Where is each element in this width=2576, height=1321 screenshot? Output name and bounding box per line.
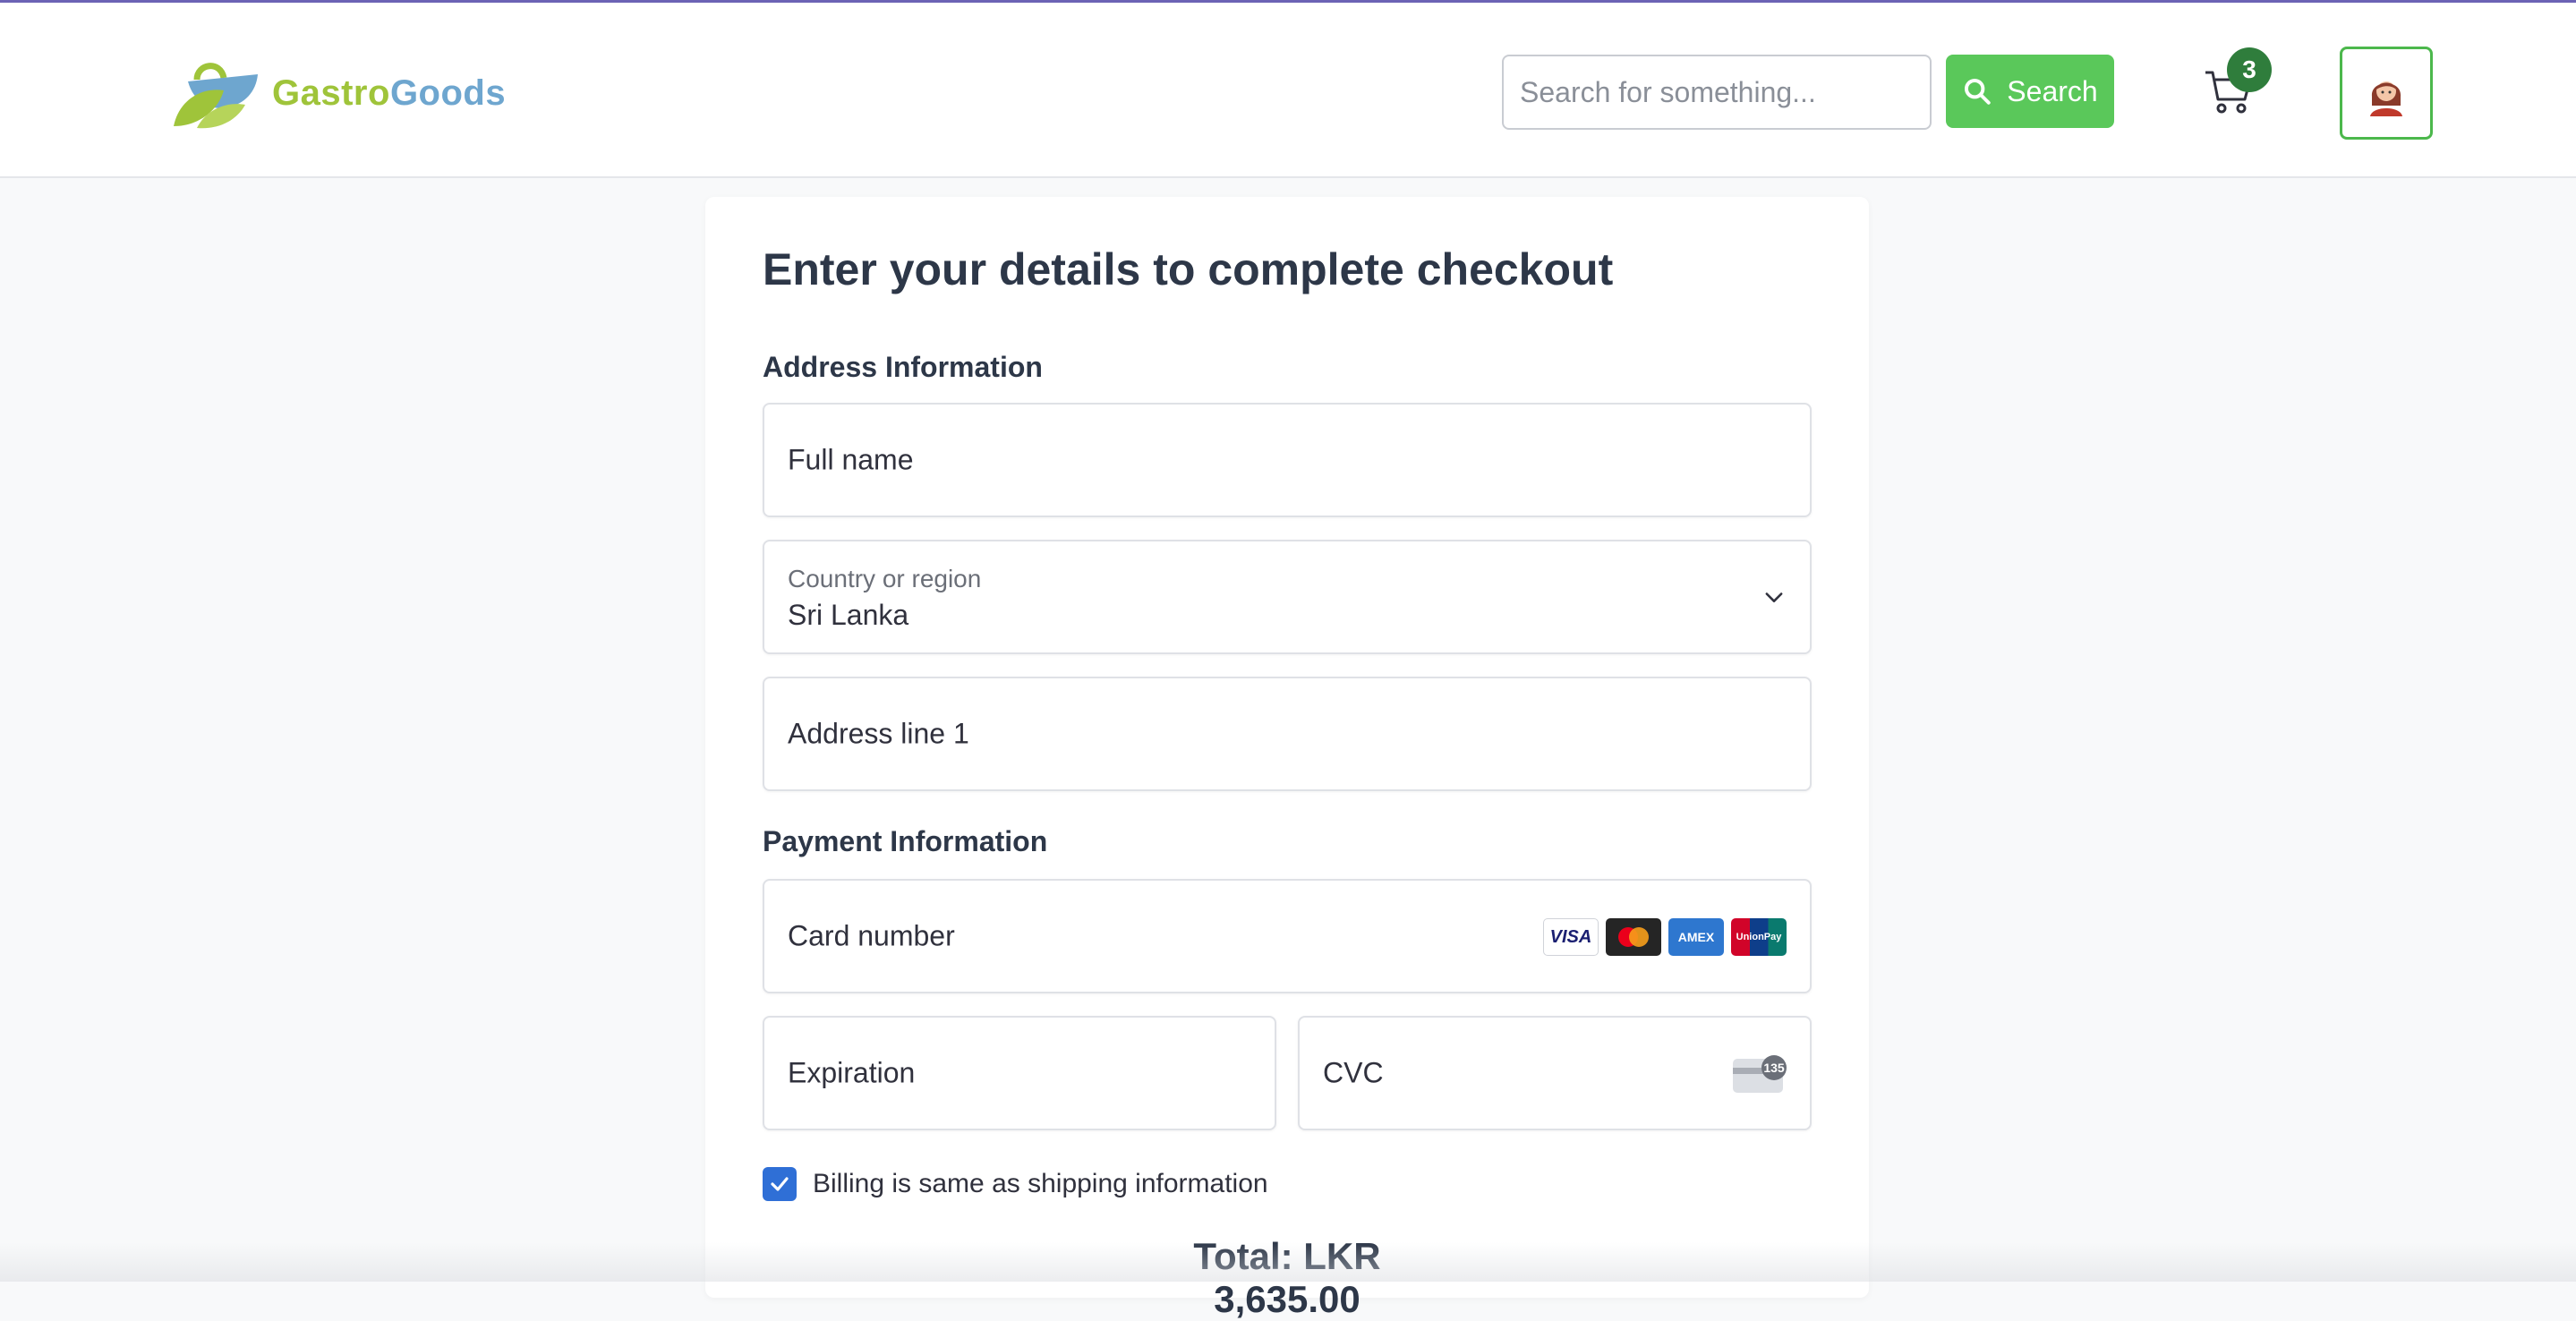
- cvc-field[interactable]: CVC 135: [1298, 1016, 1812, 1130]
- brand-name: GastroGoods: [272, 72, 507, 113]
- chevron-down-icon: [1765, 592, 1783, 602]
- payment-section-heading: Payment Information: [763, 825, 1048, 857]
- card-brands: VISA AMEX UnionPay: [1543, 918, 1787, 956]
- address-line1-field[interactable]: Address line 1: [763, 677, 1812, 791]
- search-input[interactable]: [1502, 55, 1932, 130]
- brand-logo[interactable]: GastroGoods: [170, 55, 506, 132]
- checkmark-icon: [771, 1177, 789, 1191]
- visa-icon: VISA: [1543, 918, 1599, 956]
- country-select[interactable]: Country or region Sri Lanka: [763, 540, 1812, 654]
- card-number-placeholder: Card number: [788, 919, 955, 952]
- cvc-badge: 135: [1761, 1055, 1787, 1080]
- full-name-placeholder: Full name: [788, 443, 914, 476]
- page-title: Enter your details to complete checkout: [763, 244, 1614, 294]
- mastercard-icon: [1606, 918, 1661, 956]
- basket-leaf-logo-icon: [174, 63, 258, 129]
- billing-same-label: Billing is same as shipping information: [813, 1169, 1268, 1198]
- site-header: GastroGoods Search 3: [0, 3, 2576, 178]
- full-name-field[interactable]: Full name: [763, 403, 1812, 517]
- address-section-heading: Address Information: [763, 351, 1043, 383]
- card-number-field[interactable]: Card number VISA AMEX UnionPay: [763, 879, 1812, 993]
- cart-count-badge: 3: [2227, 47, 2272, 92]
- address-line1-placeholder: Address line 1: [788, 717, 969, 750]
- expiration-field[interactable]: Expiration: [763, 1016, 1276, 1130]
- user-avatar-button[interactable]: [2340, 47, 2433, 140]
- country-label: Country or region: [788, 565, 982, 592]
- unionpay-icon: UnionPay: [1731, 918, 1787, 956]
- search-button[interactable]: Search: [1946, 55, 2114, 128]
- order-total: Total: LKR 3,635.00: [1193, 1235, 1381, 1320]
- search-icon: [1965, 78, 1992, 105]
- amex-icon: AMEX: [1668, 918, 1724, 956]
- cvc-card-icon: 135: [1733, 1055, 1787, 1093]
- cvc-placeholder: CVC: [1323, 1056, 1384, 1089]
- country-value: Sri Lanka: [788, 599, 909, 631]
- billing-same-row[interactable]: Billing is same as shipping information: [763, 1167, 1268, 1201]
- user-avatar-icon: [2370, 81, 2402, 116]
- search-button-label: Search: [2007, 74, 2098, 107]
- expiration-placeholder: Expiration: [788, 1056, 916, 1089]
- billing-same-checkbox[interactable]: [763, 1167, 797, 1201]
